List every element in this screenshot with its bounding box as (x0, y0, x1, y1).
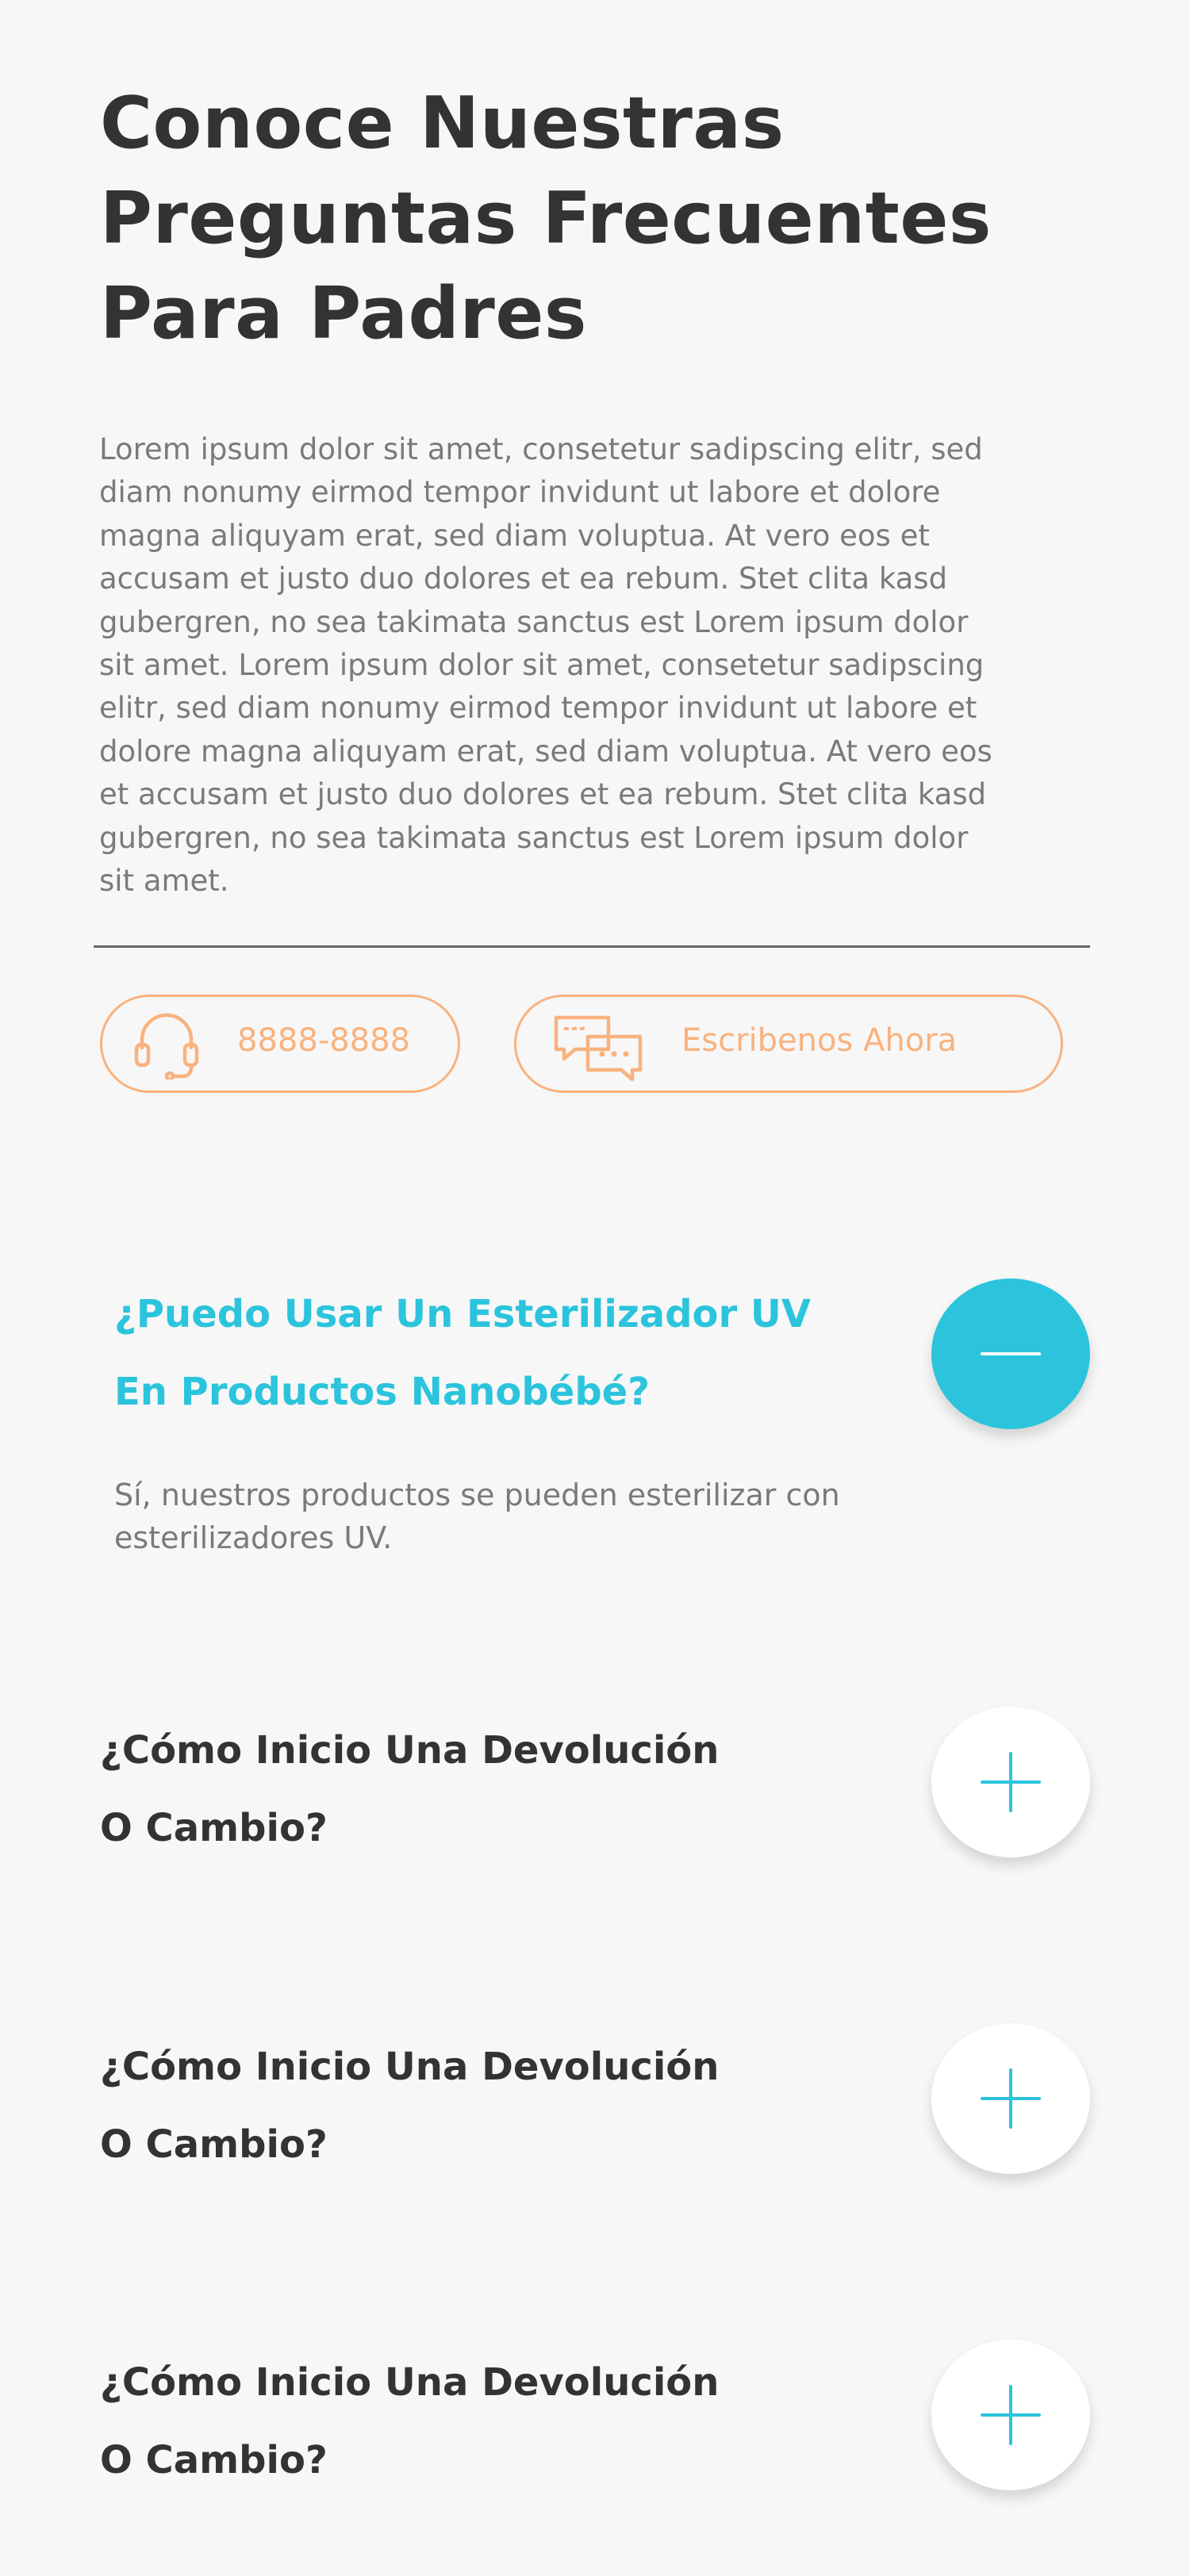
page-title: Conoce Nuestras Preguntas Frecuentes Par… (100, 76, 1092, 362)
faq-answer-1: Sí, nuestros productos se pueden esteril… (114, 1474, 947, 1559)
intro-line: elitr, sed diam nonumy eirmod tempor inv… (99, 691, 977, 726)
faq-question-line: O Cambio? (100, 2122, 328, 2167)
faq-toggle-3[interactable] (931, 2023, 1090, 2174)
intro-line: sit amet. Lorem ipsum dolor sit amet, co… (99, 648, 985, 683)
call-phone-button[interactable]: 8888-8888 (100, 995, 460, 1093)
intro-line: diam nonumy eirmod tempor invidunt ut la… (99, 475, 941, 510)
intro-line: sit amet. (99, 864, 229, 899)
faq-question-line: O Cambio? (100, 1806, 328, 1850)
chat-bubbles-icon (551, 1013, 647, 1091)
faq-answer-line: Sí, nuestros productos se pueden esteril… (114, 1478, 840, 1512)
phone-number-label: 8888-8888 (237, 1022, 411, 1059)
page-title-line: Conoce Nuestras (100, 82, 785, 165)
faq-question-line: O Cambio? (100, 2438, 328, 2482)
faq-question-line: ¿Cómo Inicio Una Devolución (100, 2360, 720, 2405)
plus-icon (981, 2068, 1041, 2129)
page-title-line: Para Padres (100, 272, 587, 355)
faq-question-line: ¿Cómo Inicio Una Devolución (100, 1728, 720, 1773)
intro-line: gubergren, no sea takimata sanctus est L… (99, 604, 969, 639)
faq-question-line: ¿Cómo Inicio Una Devolución (100, 2045, 720, 2089)
write-us-button[interactable]: Escribenos Ahora (514, 995, 1063, 1093)
faq-toggle-2[interactable] (931, 1707, 1090, 1857)
faq-answer-line: esterilizadores UV. (114, 1520, 393, 1555)
faq-toggle-1[interactable] (931, 1278, 1090, 1429)
intro-line: magna aliquyam erat, sed diam voluptua. … (99, 518, 930, 553)
write-us-label: Escribenos Ahora (681, 1022, 958, 1059)
section-divider (94, 945, 1090, 948)
intro-line: Lorem ipsum dolor sit amet, consetetur s… (99, 432, 983, 466)
faq-toggle-4[interactable] (931, 2340, 1090, 2490)
headset-icon (131, 1013, 202, 1087)
plus-icon (981, 1752, 1041, 1812)
intro-line: accusam et justo duo dolores et ea rebum… (99, 562, 948, 596)
minus-icon (981, 1352, 1041, 1355)
intro-line: dolore magna aliquyam erat, sed diam vol… (99, 734, 992, 769)
intro-paragraph: Lorem ipsum dolor sit amet, consetetur s… (99, 428, 1091, 903)
faq-question-line: ¿Puedo Usar Un Esterilizador UV (114, 1292, 812, 1336)
plus-icon (981, 2385, 1041, 2445)
page-title-line: Preguntas Frecuentes (100, 177, 992, 260)
intro-line: gubergren, no sea takimata sanctus est L… (99, 820, 969, 855)
faq-question-3[interactable]: ¿Cómo Inicio Una Devolución O Cambio? (100, 2028, 901, 2183)
faq-question-1[interactable]: ¿Puedo Usar Un Esterilizador UV En Produ… (114, 1275, 916, 1431)
faq-question-line: En Productos Nanobébé? (114, 1370, 651, 1414)
faq-question-4[interactable]: ¿Cómo Inicio Una Devolución O Cambio? (100, 2344, 901, 2499)
faq-question-2[interactable]: ¿Cómo Inicio Una Devolución O Cambio? (100, 1712, 901, 1867)
intro-line: et accusam et justo duo dolores et ea re… (99, 777, 987, 812)
